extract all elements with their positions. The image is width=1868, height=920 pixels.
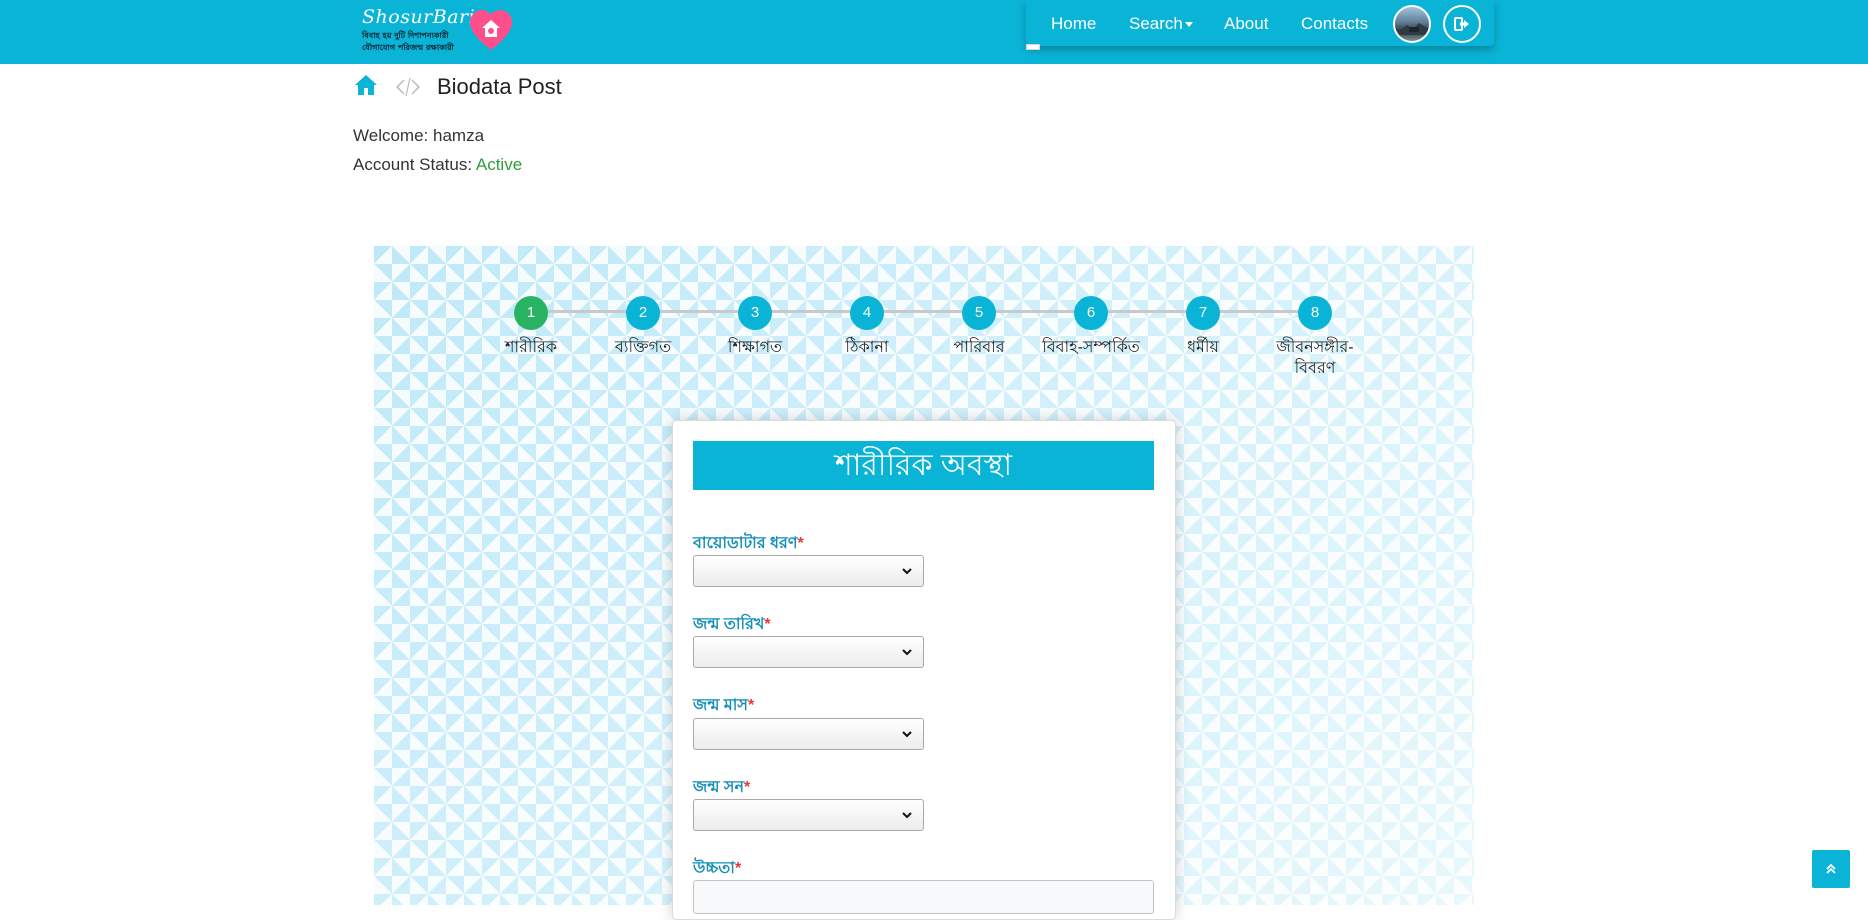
step-number: 3: [738, 296, 772, 330]
top-navbar: [0, 0, 1868, 64]
code-brackets-icon: [395, 77, 421, 97]
field-label-biodata-type: বায়োডাটার ধরণ*: [693, 530, 804, 557]
step-label: ব্যক্তিগত: [614, 339, 672, 356]
field-label-text: জন্ম তারিখ: [693, 616, 765, 633]
step-label: ধর্মীয়: [1187, 339, 1219, 356]
height-input[interactable]: [693, 880, 1154, 914]
step-number: 5: [962, 296, 996, 330]
step-number: 7: [1186, 296, 1220, 330]
field-label-height: উচ্চতা*: [693, 855, 741, 882]
chevron-down-icon: [902, 812, 912, 819]
user-avatar[interactable]: [1393, 5, 1431, 43]
step-number: 1: [514, 296, 548, 330]
step-7[interactable]: 7 ধর্মীয়: [1143, 296, 1263, 358]
field-label-birth-date: জন্ম তারিখ*: [693, 611, 771, 638]
nav-search-label: Search: [1129, 14, 1183, 33]
nav-home-link[interactable]: Home: [1051, 14, 1096, 34]
logout-button[interactable]: [1443, 5, 1481, 43]
brand-tagline-2: যৌগাযোগ পরিজন্ম রক্ষাকারী: [362, 43, 454, 52]
field-label-birth-year: জন্ম সন*: [693, 774, 750, 801]
required-mark: *: [744, 779, 751, 796]
step-label: ঠিকানা: [845, 339, 889, 356]
account-status-label: Account Status:: [353, 155, 473, 174]
step-number: 8: [1298, 296, 1332, 330]
field-label-text: উচ্চতা: [693, 860, 735, 877]
nav-contacts-link[interactable]: Contacts: [1301, 14, 1368, 34]
brand-name: ShosurBari: [362, 6, 476, 28]
birth-month-select[interactable]: [693, 718, 924, 750]
step-number: 6: [1074, 296, 1108, 330]
required-mark: *: [747, 697, 755, 714]
step-label: শারীরিক: [504, 339, 558, 356]
nav-menu-marker: [1026, 44, 1040, 50]
step-1[interactable]: 1 শারীরিক: [471, 296, 591, 358]
step-3[interactable]: 3 শিক্ষাগত: [695, 296, 815, 358]
step-5[interactable]: 5 পারিবার: [919, 296, 1039, 358]
chevron-down-icon: [902, 649, 912, 656]
field-label-text: বায়োডাটার ধরণ: [693, 535, 798, 552]
account-status-value: Active: [475, 155, 523, 174]
required-mark: *: [764, 616, 771, 633]
step-label: শিক্ষাগত: [727, 339, 783, 356]
step-number: 4: [850, 296, 884, 330]
double-chevron-up-icon: [1826, 863, 1836, 874]
step-label: বিবাহ-সম্পর্কিত: [1042, 339, 1140, 356]
birth-year-select[interactable]: [693, 799, 924, 831]
step-8[interactable]: 8 জীবনসঙ্গীর-বিবরণ: [1255, 296, 1375, 379]
step-label: জীবনসঙ্গীর-বিবরণ: [1276, 339, 1354, 377]
step-4[interactable]: 4 ঠিকানা: [807, 296, 927, 358]
field-label-text: জন্ম সন: [693, 779, 744, 796]
scroll-to-top-button[interactable]: [1812, 850, 1850, 888]
form-card: [672, 420, 1176, 920]
step-number: 2: [626, 296, 660, 330]
account-status: Account Status: Active: [353, 155, 522, 175]
birth-date-select[interactable]: [693, 636, 924, 668]
step-6[interactable]: 6 বিবাহ-সম্পর্কিত: [1031, 296, 1151, 358]
step-2[interactable]: 2 ব্যক্তিগত: [583, 296, 703, 358]
step-label: পারিবার: [953, 339, 1005, 356]
required-mark: *: [734, 860, 742, 877]
nav-about-link[interactable]: About: [1224, 14, 1268, 34]
field-label-text: জন্ম মাস: [693, 697, 748, 714]
caret-down-icon: [1184, 22, 1193, 28]
welcome-text: Welcome: hamza: [353, 126, 484, 146]
welcome-label: Welcome:: [353, 126, 429, 145]
heart-house-icon: [470, 10, 512, 50]
nav-search-dropdown[interactable]: Search: [1129, 14, 1193, 34]
home-icon[interactable]: [354, 74, 378, 96]
required-mark: *: [797, 535, 804, 552]
biodata-type-select[interactable]: [693, 555, 924, 587]
page-title: Biodata Post: [437, 74, 562, 99]
username: hamza: [433, 126, 485, 145]
form-title: শারীরিক অবস্থা: [693, 441, 1154, 490]
logout-icon: [1454, 17, 1469, 31]
chevron-down-icon: [902, 568, 912, 575]
chevron-down-icon: [902, 731, 912, 738]
field-label-birth-month: জন্ম মাস*: [693, 692, 754, 719]
brand-logo[interactable]: ShosurBari বিবাহ হয় দুটি দিশাপন্যকারী য…: [358, 4, 518, 56]
